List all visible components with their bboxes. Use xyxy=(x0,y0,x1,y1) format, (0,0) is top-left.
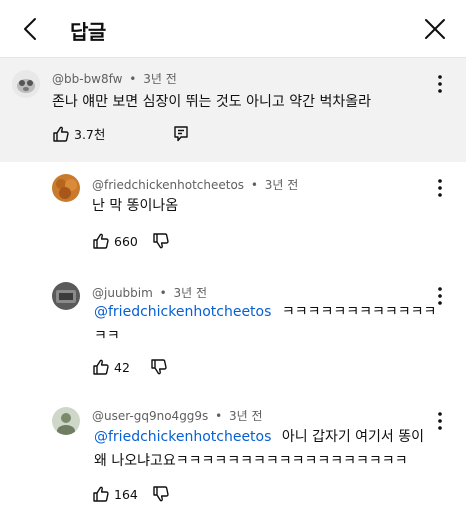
comment-time: 3년 전 xyxy=(173,286,208,300)
comment-author[interactable]: @friedchickenhotcheetos xyxy=(92,178,244,192)
like-count: 3.7천 xyxy=(74,127,106,142)
like-button[interactable]: 3.7천 xyxy=(52,124,105,143)
comment-text-line1: ㅋㅋㅋㅋㅋㅋㅋㅋㅋㅋㅋㅋ xyxy=(281,304,437,320)
comment-time: 3년 전 xyxy=(143,72,177,86)
chevron-left-icon[interactable] xyxy=(18,16,44,42)
mention-link[interactable]: @friedchickenhotcheetos xyxy=(94,429,271,445)
thumbs-up-icon xyxy=(93,359,109,375)
more-vertical-icon[interactable] xyxy=(430,176,450,200)
like-button[interactable]: 42 xyxy=(92,358,130,376)
like-count: 660 xyxy=(114,233,138,249)
like-button[interactable]: 164 xyxy=(92,485,138,503)
header-bar: 답글 xyxy=(0,0,466,58)
comment-reply-icon xyxy=(174,125,189,141)
reply-item: @friedchickenhotcheetos • 3년 전 난 막 똥이나옴 … xyxy=(0,162,466,262)
thumbs-up-icon xyxy=(93,486,109,502)
comment-actions: 3.7천 xyxy=(52,124,189,143)
comment-author[interactable]: @user-gq9no4gg9s xyxy=(92,409,208,423)
comment-text-line2: 왜 나오냐고요ㅋㅋㅋㅋㅋㅋㅋㅋㅋㅋㅋㅋㅋㅋㅋㅋㅋㅋ xyxy=(94,453,408,469)
dislike-button[interactable] xyxy=(152,485,170,503)
thumbs-down-icon xyxy=(151,359,167,375)
comment-text: 난 막 똥이나옴 xyxy=(92,198,179,214)
more-vertical-icon[interactable] xyxy=(430,72,450,96)
comment-meta: @friedchickenhotcheetos • 3년 전 xyxy=(92,176,298,193)
meta-separator: • xyxy=(215,409,223,423)
comment-meta: @juubbim • 3년 전 xyxy=(92,284,207,301)
more-vertical-icon[interactable] xyxy=(430,284,450,308)
comment-actions: 42 xyxy=(92,358,168,376)
dislike-button[interactable] xyxy=(152,232,170,250)
dislike-button[interactable] xyxy=(150,358,168,376)
comment-actions: 660 xyxy=(92,232,170,250)
reply-button[interactable] xyxy=(173,125,189,143)
comment-text: @friedchickenhotcheetos ㅋㅋㅋㅋㅋㅋㅋㅋㅋㅋㅋㅋ xyxy=(94,300,436,325)
thumbs-down-icon xyxy=(153,486,169,502)
comment-author[interactable]: @bb-bw8fw xyxy=(52,72,122,86)
thumbs-up-icon xyxy=(93,233,109,249)
comment-text: @friedchickenhotcheetos 아니 갑자기 여기서 똥이 xyxy=(94,425,424,450)
mention-link[interactable]: @friedchickenhotcheetos xyxy=(94,304,271,320)
like-count: 164 xyxy=(114,486,138,502)
more-vertical-icon[interactable] xyxy=(430,409,450,433)
parent-comment: @bb-bw8fw • 3년 전 존나 얘만 보면 심장이 뛰는 것도 아니고 … xyxy=(0,58,466,162)
reply-item: @juubbim • 3년 전 @friedchickenhotcheetos … xyxy=(0,270,466,395)
comment-time: 3년 전 xyxy=(229,409,263,423)
avatar[interactable] xyxy=(52,407,80,435)
comment-meta: @user-gq9no4gg9s • 3년 전 xyxy=(92,407,263,424)
comment-text: 존나 얘만 보면 심장이 뛰는 것도 아니고 약간 벅차올라 xyxy=(52,94,371,110)
avatar[interactable] xyxy=(12,70,40,98)
close-icon[interactable] xyxy=(422,16,448,42)
meta-separator: • xyxy=(250,178,258,192)
comment-author[interactable]: @juubbim xyxy=(92,286,153,300)
comment-text-line2: ㅋㅋ xyxy=(94,328,120,344)
avatar[interactable] xyxy=(52,282,80,310)
thumbs-down-icon xyxy=(153,233,169,249)
meta-separator: • xyxy=(129,72,137,86)
reply-item: @user-gq9no4gg9s • 3년 전 @friedchickenhot… xyxy=(0,395,466,514)
comment-actions: 164 xyxy=(92,485,170,503)
comment-meta: @bb-bw8fw • 3년 전 xyxy=(52,70,177,87)
page-title: 답글 xyxy=(70,20,106,44)
like-count: 42 xyxy=(114,359,130,375)
comment-time: 3년 전 xyxy=(264,178,299,192)
comment-text-line1: 아니 갑자기 여기서 똥이 xyxy=(281,429,425,445)
thumbs-up-icon xyxy=(53,126,69,142)
meta-separator: • xyxy=(159,286,167,300)
avatar[interactable] xyxy=(52,174,80,202)
like-button[interactable]: 660 xyxy=(92,232,138,250)
